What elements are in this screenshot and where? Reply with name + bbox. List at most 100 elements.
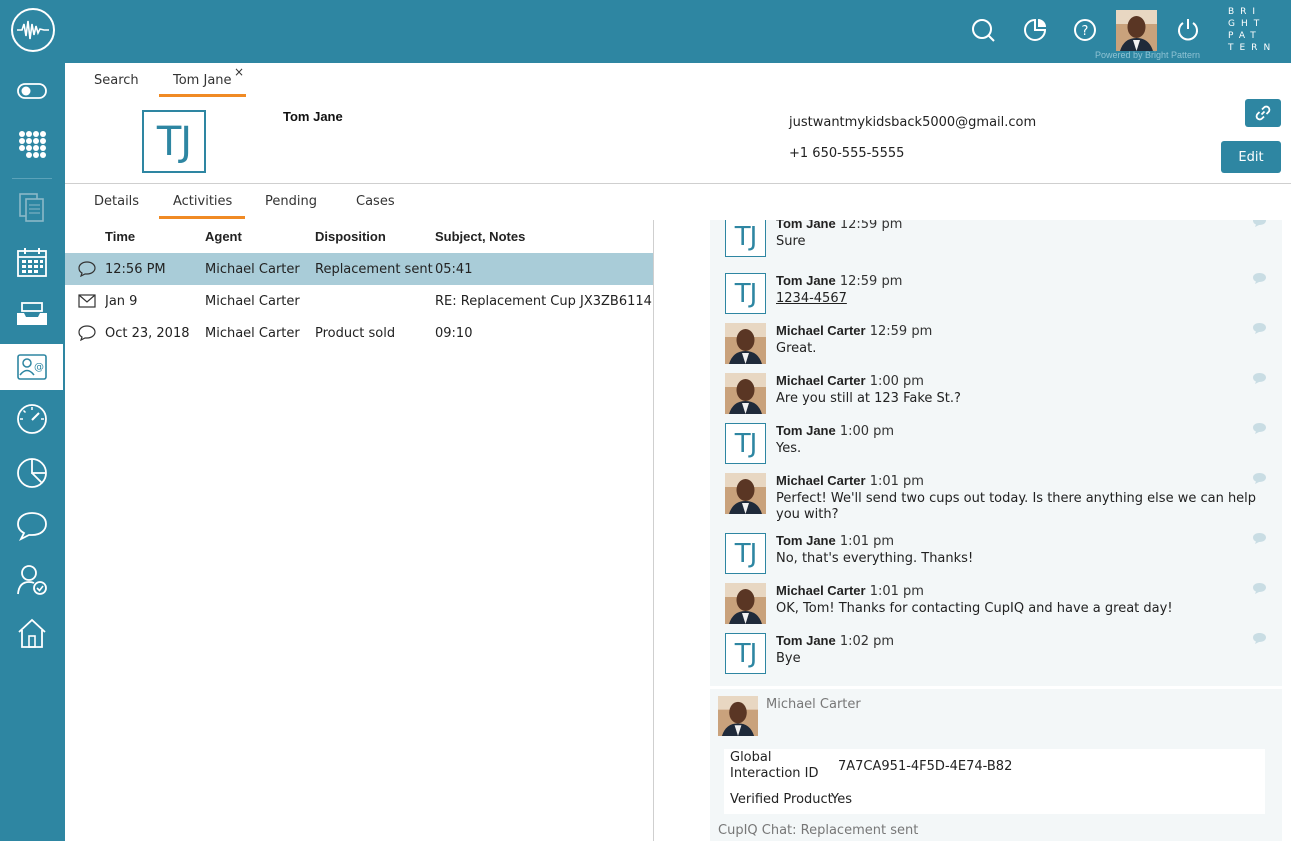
home-icon[interactable]: [0, 610, 63, 656]
contact-name: Tom Jane: [283, 109, 343, 124]
powered-by-text: Powered by Bright Pattern: [1095, 50, 1201, 60]
tab-cases[interactable]: Cases: [356, 194, 395, 209]
contact-email[interactable]: justwantmykidsback5000@gmail.com: [789, 115, 1036, 130]
comment-icon[interactable]: [1252, 322, 1267, 335]
interaction-details: Global Interaction ID 7A7CA951-4F5D-4E74…: [724, 749, 1265, 814]
toggle-icon[interactable]: [0, 68, 63, 114]
comment-icon[interactable]: [1252, 632, 1267, 645]
message-sender: Michael Carter: [776, 583, 866, 598]
message-sender: Tom Jane: [776, 220, 836, 231]
message-sender: Tom Jane: [776, 273, 836, 288]
contacts-icon[interactable]: @: [0, 344, 63, 390]
help-icon[interactable]: ?: [1071, 16, 1099, 44]
comment-icon[interactable]: [1252, 272, 1267, 285]
message-sender: Michael Carter: [776, 373, 866, 388]
column-header-agent[interactable]: Agent: [205, 229, 242, 244]
comment-icon[interactable]: [1252, 472, 1267, 485]
verified-product-label: Verified Product: [730, 792, 833, 807]
message-text: Yes.: [776, 441, 802, 456]
row-time: 12:56 PM: [105, 262, 166, 277]
customer-avatar: TJ: [725, 533, 766, 574]
customer-avatar: TJ: [725, 220, 766, 257]
disposition-text: CupIQ Chat: Replacement sent: [718, 823, 919, 838]
message-text: Perfect! We'll send two cups out today. …: [776, 491, 1257, 522]
message-time: 12:59 pm: [839, 274, 903, 289]
user-check-icon[interactable]: [0, 557, 63, 603]
global-id-value: 7A7CA951-4F5D-4E74-B82: [838, 759, 1013, 774]
reports-icon[interactable]: [1021, 16, 1049, 44]
message-sender: Tom Jane: [776, 423, 836, 438]
verified-product-value: Yes: [831, 792, 852, 807]
global-id-label: Global Interaction ID: [730, 750, 819, 781]
tab-activities[interactable]: Activities: [173, 194, 232, 209]
chat-message: Michael Carter 1:00 pm Are you still at …: [710, 370, 1282, 420]
contact-avatar: TJ: [142, 110, 206, 173]
active-subtab-indicator: [159, 216, 245, 219]
chat-icon[interactable]: [0, 503, 63, 549]
piechart-icon[interactable]: [0, 450, 63, 496]
chat-transcript[interactable]: TJ Tom Jane 12:59 pm Sure TJ Tom Jane 12…: [710, 220, 1282, 686]
comment-icon[interactable]: [1252, 422, 1267, 435]
header-divider: [65, 183, 1291, 184]
row-disposition: Product sold: [315, 326, 396, 341]
user-avatar[interactable]: [1116, 10, 1157, 51]
sidebar-divider: [12, 178, 52, 179]
sidebar: @: [0, 63, 65, 841]
comment-icon[interactable]: [1252, 220, 1267, 228]
column-header-subject[interactable]: Subject, Notes: [435, 229, 525, 244]
edit-button[interactable]: Edit: [1221, 141, 1281, 173]
message-text: Sure: [776, 234, 806, 249]
power-icon[interactable]: [1174, 16, 1202, 44]
comment-icon[interactable]: [1252, 532, 1267, 545]
customer-avatar: TJ: [725, 273, 766, 314]
row-time: Jan 9: [105, 294, 138, 309]
message-text: OK, Tom! Thanks for contacting CupIQ and…: [776, 601, 1173, 616]
agent-name: Michael Carter: [766, 697, 861, 712]
row-disposition: Replacement sent: [315, 262, 433, 277]
tab-pending[interactable]: Pending: [265, 194, 317, 209]
link-button[interactable]: [1245, 99, 1281, 127]
app-logo-icon[interactable]: [11, 8, 55, 52]
message-time: 12:59 pm: [839, 220, 903, 232]
chat-icon: [78, 261, 96, 277]
close-tab-icon[interactable]: ×: [234, 65, 244, 79]
chat-message: TJ Tom Jane 1:00 pm Yes.: [710, 420, 1282, 470]
column-header-disposition[interactable]: Disposition: [315, 229, 386, 244]
message-text[interactable]: 1234-4567: [776, 291, 847, 306]
table-row[interactable]: Jan 9 Michael Carter RE: Replacement Cup…: [65, 285, 653, 317]
table-row[interactable]: Oct 23, 2018 Michael Carter Product sold…: [65, 317, 653, 349]
message-text: Great.: [776, 341, 817, 356]
contact-phone[interactable]: +1 650-555-5555: [789, 146, 904, 161]
row-agent: Michael Carter: [205, 326, 300, 341]
inbox-icon[interactable]: [0, 291, 63, 337]
comment-icon[interactable]: [1252, 372, 1267, 385]
dialpad-icon[interactable]: [0, 121, 63, 167]
message-time: 1:01 pm: [839, 534, 895, 549]
message-time: 1:01 pm: [869, 474, 924, 489]
row-subject: 05:41: [435, 262, 473, 277]
agent-avatar: [725, 473, 766, 514]
row-subject: RE: Replacement Cup JX3ZB6114...: [435, 294, 653, 309]
tab-search[interactable]: Search: [94, 73, 139, 88]
row-agent: Michael Carter: [205, 294, 300, 309]
tab-details[interactable]: Details: [94, 194, 139, 209]
documents-icon[interactable]: [0, 185, 63, 231]
message-sender: Michael Carter: [776, 323, 866, 338]
chat-message: TJ Tom Jane 1:02 pm Bye: [710, 630, 1282, 680]
comment-icon[interactable]: [1252, 582, 1267, 595]
top-bar: ? BRI GHT PAT TERN Powered by Bright Pat…: [0, 0, 1291, 63]
row-time: Oct 23, 2018: [105, 326, 190, 341]
message-text: Are you still at 123 Fake St.?: [776, 391, 961, 406]
chat-message: Michael Carter 12:59 pm Great.: [710, 320, 1282, 370]
table-row[interactable]: 12:56 PM Michael Carter Replacement sent…: [65, 253, 653, 285]
tab-contact[interactable]: Tom Jane: [173, 73, 232, 88]
dashboard-icon[interactable]: [0, 396, 63, 442]
email-icon: [78, 294, 96, 308]
row-agent: Michael Carter: [205, 262, 300, 277]
search-icon[interactable]: [969, 16, 997, 44]
message-sender: Tom Jane: [776, 633, 836, 648]
column-header-time[interactable]: Time: [105, 229, 135, 244]
panel-divider: [653, 220, 654, 841]
message-sender: Tom Jane: [776, 533, 836, 548]
calendar-icon[interactable]: [0, 239, 63, 285]
